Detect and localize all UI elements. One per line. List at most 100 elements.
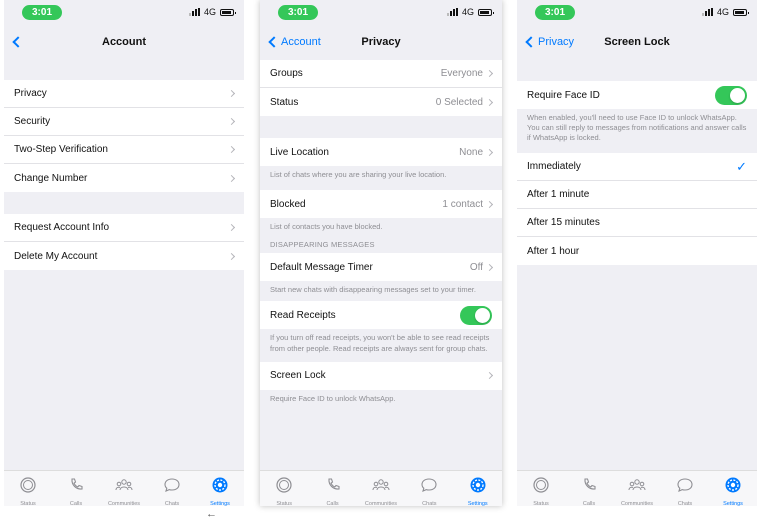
chat-bubble-icon	[676, 476, 694, 499]
row-two-step[interactable]: Two-Step Verification	[4, 136, 244, 164]
status-time: 3:01	[278, 4, 319, 20]
tab-bar: Status Calls Communities Chats Settings	[260, 470, 502, 506]
account-settings-group: Privacy Security Two-Step Verification C…	[4, 80, 244, 192]
tab-settings[interactable]: Settings	[711, 476, 755, 506]
status-bar: 3:01 4G	[260, 0, 502, 24]
tab-communities[interactable]: Communities	[102, 476, 146, 506]
row-label: Change Number	[14, 172, 88, 184]
battery-icon	[478, 8, 494, 16]
tab-settings[interactable]: Settings	[198, 476, 242, 506]
canvas: 3:01 4G Account Privacy Security Two-Ste…	[0, 0, 758, 520]
tab-communities[interactable]: Communities	[359, 476, 403, 506]
row-blocked[interactable]: Blocked 1 contact	[260, 190, 502, 218]
nav-bar: Account Privacy	[260, 24, 502, 60]
row-read-receipts: Read Receipts	[260, 301, 502, 329]
option-label: Immediately	[527, 161, 581, 173]
status-icon	[19, 476, 37, 499]
communities-icon	[628, 476, 646, 499]
tab-label: Calls	[69, 501, 83, 506]
live-location-note: List of chats where you are sharing your…	[270, 170, 447, 179]
screen-lock-note: Require Face ID to unlock WhatsApp.	[270, 393, 396, 403]
chevron-left-icon	[525, 36, 537, 48]
tab-status[interactable]: Status	[6, 476, 50, 506]
row-label: Delete My Account	[14, 250, 98, 262]
row-label: Blocked	[270, 198, 306, 210]
tab-calls[interactable]: Calls	[311, 476, 355, 506]
tab-status[interactable]: Status	[262, 476, 306, 506]
chevron-right-icon	[485, 263, 494, 271]
status-bar: 3:01 4G	[4, 0, 244, 24]
option-label: After 1 hour	[527, 245, 580, 257]
row-label: Require Face ID	[527, 89, 600, 101]
status-time: 3:01	[22, 4, 63, 20]
blocked-group: Blocked 1 contact	[260, 190, 502, 219]
option-15-minutes[interactable]: After 15 minutes	[517, 209, 757, 238]
tab-label: Chats	[164, 501, 180, 506]
tab-label: Calls	[582, 501, 596, 506]
battery-icon	[220, 8, 236, 16]
page-title: Screen Lock	[604, 36, 670, 48]
option-1-minute[interactable]: After 1 minute	[517, 181, 757, 210]
tab-chats[interactable]: Chats	[150, 476, 194, 506]
row-live-location[interactable]: Live Location None	[260, 138, 502, 166]
tab-chats[interactable]: Chats	[407, 476, 451, 506]
nav-bar: Account	[4, 24, 244, 60]
page-title: Account	[102, 36, 146, 48]
back-label: Account	[281, 36, 321, 48]
chevron-right-icon	[485, 148, 494, 156]
tab-label: Communities	[620, 501, 654, 506]
tab-communities[interactable]: Communities	[615, 476, 659, 506]
settings-gear-icon	[211, 476, 229, 499]
tab-label: Communities	[364, 501, 398, 506]
tab-calls[interactable]: Calls	[567, 476, 611, 506]
read-receipts-group: Read Receipts	[260, 301, 502, 330]
chevron-left-icon	[268, 36, 280, 48]
chevron-right-icon	[227, 252, 236, 260]
tab-calls[interactable]: Calls	[54, 476, 98, 506]
row-status[interactable]: Status 0 Selected	[260, 88, 502, 116]
tab-label: Calls	[326, 501, 339, 506]
row-delete-account[interactable]: Delete My Account	[4, 242, 244, 270]
row-change-number[interactable]: Change Number	[4, 164, 244, 192]
tab-settings[interactable]: Settings	[456, 476, 500, 506]
option-immediately[interactable]: Immediately ✓	[517, 153, 757, 182]
face-id-toggle[interactable]	[715, 85, 747, 105]
row-label: Groups	[270, 68, 303, 79]
row-screen-lock[interactable]: Screen Lock	[260, 362, 502, 390]
phone-icon	[67, 476, 85, 499]
tab-label: Status	[276, 501, 292, 506]
row-label: Privacy	[14, 88, 47, 99]
phone-icon	[580, 476, 598, 499]
back-button[interactable]	[10, 24, 24, 60]
row-request-info[interactable]: Request Account Info	[4, 214, 244, 242]
communities-icon	[115, 476, 133, 499]
privacy-screen: 3:01 4G Account Privacy Groups Everyone S…	[260, 0, 502, 506]
row-default-timer[interactable]: Default Message Timer Off	[260, 253, 502, 281]
row-groups[interactable]: Groups Everyone	[260, 60, 502, 88]
settings-gear-icon	[469, 476, 487, 499]
back-label: Privacy	[538, 36, 575, 48]
tab-label: Chats	[422, 501, 437, 506]
row-security[interactable]: Security	[4, 108, 244, 136]
back-button[interactable]: Privacy	[523, 24, 574, 60]
network-label: 4G	[461, 7, 474, 17]
chevron-left-icon	[12, 36, 24, 48]
row-label: Screen Lock	[270, 370, 326, 382]
face-id-note: When enabled, you'll need to use Face ID…	[527, 113, 747, 143]
row-privacy[interactable]: Privacy	[4, 80, 244, 108]
option-1-hour[interactable]: After 1 hour	[517, 237, 757, 265]
row-label: Status	[270, 96, 299, 108]
chevron-right-icon	[485, 372, 494, 380]
chevron-right-icon	[227, 223, 236, 232]
option-label: After 1 minute	[527, 189, 590, 201]
read-receipts-toggle[interactable]	[460, 305, 492, 325]
tab-label: Settings	[210, 501, 230, 506]
tab-status[interactable]: Status	[519, 476, 563, 506]
tab-chats[interactable]: Chats	[663, 476, 707, 506]
arrow-left-icon: ←	[206, 508, 217, 520]
back-button[interactable]: Account	[266, 24, 321, 60]
status-bar: 3:01 4G	[517, 0, 757, 24]
phone-icon	[324, 476, 342, 499]
option-label: After 15 minutes	[527, 217, 600, 229]
checkmark-icon: ✓	[736, 158, 747, 174]
